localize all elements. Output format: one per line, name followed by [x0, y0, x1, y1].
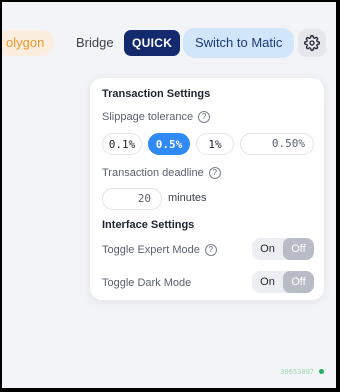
help-icon[interactable]: ?	[198, 111, 211, 123]
transaction-settings-title: Transaction Settings	[102, 88, 211, 100]
interface-settings-title: Interface Settings	[102, 219, 195, 231]
help-icon[interactable]: ?	[204, 244, 217, 256]
toggle-off[interactable]: Off	[283, 271, 314, 293]
dark-mode-label-row: Toggle Dark Mode	[102, 277, 191, 289]
deadline-unit: minutes	[168, 192, 207, 204]
status-dot	[319, 369, 324, 374]
bridge-link[interactable]: Bridge	[76, 30, 114, 56]
block-number: 30653897	[280, 368, 314, 376]
gear-icon	[304, 35, 320, 51]
top-navigation: olygon Bridge QUICK Switch to Matic	[2, 28, 336, 58]
settings-button[interactable]	[298, 29, 326, 57]
switch-to-matic-button[interactable]: Switch to Matic	[183, 28, 295, 58]
dark-mode-toggle[interactable]: On Off	[252, 271, 314, 293]
deadline-label: Transaction deadline	[102, 167, 204, 179]
slippage-label: Slippage tolerance	[102, 111, 194, 123]
toggle-off[interactable]: Off	[283, 238, 314, 260]
toggle-on[interactable]: On	[252, 271, 283, 293]
app-window: olygon Bridge QUICK Switch to Matic Tran…	[2, 2, 336, 388]
expert-mode-label-row: Toggle Expert Mode ?	[102, 244, 217, 256]
deadline-input[interactable]: 20	[102, 188, 162, 210]
slippage-custom-value: 0.50	[271, 137, 299, 150]
help-icon[interactable]: ?	[208, 167, 221, 179]
slippage-option-1[interactable]: 1%	[196, 133, 234, 155]
slippage-option-0-1[interactable]: 0.1%	[102, 133, 142, 155]
dark-mode-label: Toggle Dark Mode	[102, 277, 192, 289]
expert-mode-toggle[interactable]: On Off	[252, 238, 314, 260]
deadline-label-row: Transaction deadline ?	[102, 167, 221, 179]
settings-panel: Transaction Settings Slippage tolerance …	[90, 78, 324, 300]
slippage-label-row: Slippage tolerance ?	[102, 111, 211, 123]
slippage-custom-input[interactable]: 0.50%	[240, 133, 314, 155]
toggle-on[interactable]: On	[252, 238, 283, 260]
expert-mode-label: Toggle Expert Mode	[102, 244, 200, 256]
slippage-option-0-5[interactable]: 0.5%	[148, 133, 190, 155]
network-badge[interactable]: olygon	[2, 30, 55, 56]
slippage-custom-suffix: %	[298, 137, 305, 150]
quick-token-button[interactable]: QUICK	[124, 30, 181, 56]
